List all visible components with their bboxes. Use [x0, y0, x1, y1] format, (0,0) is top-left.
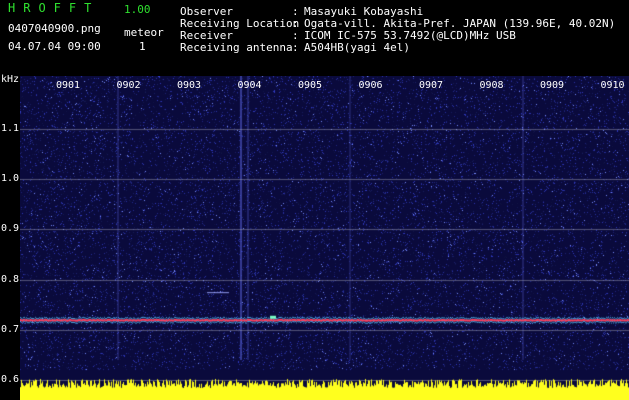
- time-tick: 0901: [56, 80, 81, 91]
- time-tick: 0903: [177, 80, 202, 91]
- freq-tick: 0.6: [1, 374, 20, 385]
- time-tick: 0909: [540, 80, 565, 91]
- file-name: 0407040900.png: [8, 22, 101, 35]
- meteor-count: 1: [139, 40, 146, 53]
- file-datetime: 04.07.04 09:00: [8, 40, 101, 53]
- app-name: HROFFT: [8, 1, 100, 15]
- time-tick: 0904: [237, 80, 262, 91]
- time-tick: 0902: [116, 80, 141, 91]
- antenna-value: A504HB(yagi 4el): [304, 41, 410, 54]
- header-panel: HROFFT 1.00 0407040900.png 04.07.04 09:0…: [0, 0, 629, 72]
- freq-tick: 1.0: [1, 173, 20, 185]
- freq-tick: 0.9: [1, 223, 20, 235]
- time-tick: 0906: [358, 80, 383, 91]
- spectrogram: [20, 76, 629, 400]
- meteor-label: meteor: [124, 26, 164, 39]
- freq-tick: 0.7: [1, 323, 20, 335]
- freq-tick: 0.8: [1, 273, 20, 285]
- time-tick: 0908: [479, 80, 504, 91]
- time-tick: 0905: [298, 80, 323, 91]
- time-tick: 0907: [419, 80, 444, 91]
- antenna-sep: :: [292, 41, 299, 54]
- app-version: 1.00: [124, 3, 151, 16]
- time-tick: 0910: [600, 80, 625, 91]
- axis-unit-label: kHz: [1, 74, 20, 85]
- freq-tick: 1.1: [1, 123, 20, 134]
- antenna-label: Receiving antenna: [180, 41, 293, 54]
